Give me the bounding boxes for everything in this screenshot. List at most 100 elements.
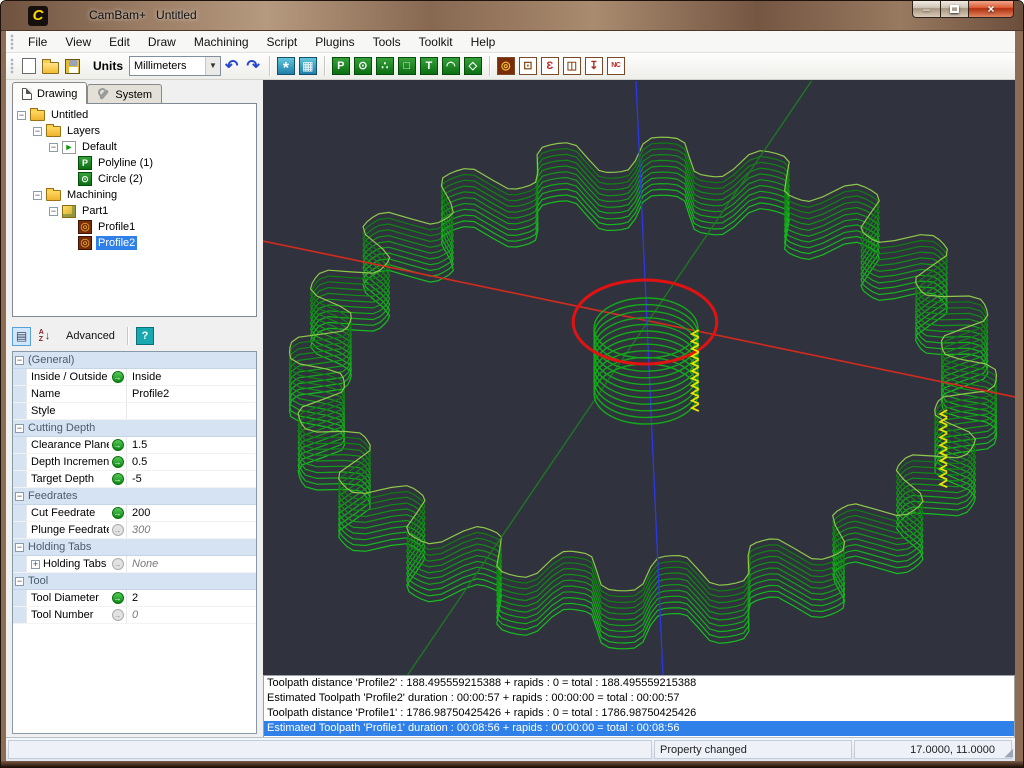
help-icon[interactable]: ? [135, 327, 154, 345]
arc-icon[interactable]: ◠ [441, 57, 460, 75]
save-file-icon[interactable] [65, 58, 80, 74]
menu-help[interactable]: Help [462, 32, 505, 52]
property-row[interactable]: Tool Number → 0 [13, 607, 256, 624]
tree-item[interactable]: − Machining [13, 187, 256, 203]
property-value[interactable]: 300 [126, 522, 256, 538]
property-value[interactable]: 0 [126, 607, 256, 623]
property-category[interactable]: − Cutting Depth [13, 420, 256, 437]
log-line[interactable]: Toolpath distance 'Profile2' : 188.49555… [264, 676, 1014, 691]
open-file-icon[interactable] [42, 58, 59, 74]
category-expander[interactable]: − [15, 355, 24, 365]
property-value[interactable]: -5 [126, 471, 256, 487]
tree-expander[interactable]: − [49, 206, 58, 216]
property-value[interactable]: None [126, 556, 256, 572]
tree-item[interactable]: − Untitled [13, 107, 256, 123]
menu-view[interactable]: View [56, 32, 100, 52]
az-sort-icon[interactable]: A Z ↓ [35, 327, 54, 346]
tree-item[interactable]: ◎ Profile2 [13, 235, 256, 251]
property-category[interactable]: − Feedrates [13, 488, 256, 505]
property-row[interactable]: Cut Feedrate → 200 [13, 505, 256, 522]
combo-dropdown-icon[interactable]: ▼ [205, 57, 220, 75]
drill-op-icon[interactable]: ◫ [562, 57, 581, 75]
tree-item[interactable]: − Part1 [13, 203, 256, 219]
pocket-op-icon[interactable]: ⊡ [518, 57, 537, 75]
property-row[interactable]: Depth Increment → 0.5 [13, 454, 256, 471]
maximize-button[interactable] [941, 1, 968, 18]
tree-item-label[interactable]: Layers [65, 124, 102, 138]
tree-expander[interactable]: − [17, 110, 26, 120]
tree-item[interactable]: − Layers [13, 123, 256, 139]
category-expander[interactable]: − [15, 423, 24, 433]
tree-item[interactable]: P Polyline (1) [13, 155, 256, 171]
surface-icon[interactable]: ◇ [463, 57, 482, 75]
menu-draw[interactable]: Draw [139, 32, 185, 52]
property-row[interactable]: Name Profile2 [13, 386, 256, 403]
menu-grip[interactable] [10, 33, 14, 50]
new-file-icon[interactable] [22, 58, 36, 74]
property-expander[interactable]: + [31, 559, 40, 569]
viewport-3d[interactable] [263, 80, 1015, 675]
nc-file-icon[interactable]: NC [606, 57, 625, 75]
tree-item[interactable]: ⊙ Circle (2) [13, 171, 256, 187]
tree-expander[interactable]: − [33, 190, 42, 200]
tree-item-label[interactable]: Part1 [80, 204, 110, 218]
property-row[interactable]: Style [13, 403, 256, 420]
circle-icon[interactable]: ⊙ [353, 57, 372, 75]
menu-toolkit[interactable]: Toolkit [410, 32, 462, 52]
tree-item[interactable]: ◎ Profile1 [13, 219, 256, 235]
close-button[interactable]: × [968, 1, 1014, 18]
property-row[interactable]: Target Depth → -5 [13, 471, 256, 488]
tree-expander[interactable]: − [33, 126, 42, 136]
tree-expander[interactable]: − [49, 142, 58, 152]
snap-points-icon[interactable]: * [276, 57, 295, 77]
category-expander[interactable]: − [15, 491, 24, 501]
tree-item-label[interactable]: Untitled [49, 108, 90, 122]
tab-system[interactable]: System [87, 84, 163, 104]
tree-item-label[interactable]: Profile1 [96, 220, 137, 234]
property-row[interactable]: Tool Diameter → 2 [13, 590, 256, 607]
mill-bit-icon[interactable]: ↧ [584, 57, 603, 75]
resize-grip[interactable]: ◢ [1005, 746, 1013, 759]
log-line[interactable]: Estimated Toolpath 'Profile2' duration :… [264, 691, 1014, 706]
property-value[interactable]: 200 [126, 505, 256, 521]
profile-op-icon[interactable]: ◎ [496, 57, 515, 75]
property-value[interactable]: 0.5 [126, 454, 256, 470]
polyline-icon[interactable]: P [331, 57, 350, 75]
tree-item[interactable]: − ► Default [13, 139, 256, 155]
points-icon[interactable]: ∴ [375, 57, 394, 75]
tree-item-label[interactable]: Machining [65, 188, 119, 202]
property-category[interactable]: − (General) [13, 352, 256, 369]
minimize-button[interactable]: – [912, 1, 941, 18]
title-bar[interactable]: C CamBam+ Untitled – × [1, 1, 1023, 31]
property-row[interactable]: Inside / Outside → Inside [13, 369, 256, 386]
property-category[interactable]: − Holding Tabs [13, 539, 256, 556]
units-combobox[interactable]: Millimeters ▼ [129, 56, 221, 76]
menu-file[interactable]: File [19, 32, 56, 52]
tree-item-label[interactable]: Profile2 [96, 236, 138, 250]
menu-edit[interactable]: Edit [100, 32, 139, 52]
menu-machining[interactable]: Machining [185, 32, 258, 52]
redo-icon[interactable]: ↷ [242, 56, 263, 76]
property-value[interactable] [126, 403, 256, 419]
category-expander[interactable]: − [15, 542, 24, 552]
grid-icon[interactable]: ▦ [298, 57, 317, 75]
menu-script[interactable]: Script [258, 32, 307, 52]
property-row[interactable]: Clearance Plane → 1.5 [13, 437, 256, 454]
menu-tools[interactable]: Tools [364, 32, 410, 52]
tab-drawing[interactable]: Drawing [12, 82, 88, 104]
property-value[interactable]: 2 [126, 590, 256, 606]
engrave-op-icon[interactable]: Ɛ [540, 57, 559, 75]
log-line[interactable]: Estimated Toolpath 'Profile1' duration :… [264, 721, 1014, 736]
categorized-view-icon[interactable]: ▤ [12, 326, 31, 346]
tree-item-label[interactable]: Polyline (1) [96, 156, 155, 170]
property-row[interactable]: Plunge Feedrate → 300 [13, 522, 256, 539]
property-value[interactable]: Profile2 [126, 386, 256, 402]
advanced-button[interactable]: Advanced [58, 330, 123, 342]
log-line[interactable]: Toolpath distance 'Profile1' : 1786.9875… [264, 706, 1014, 721]
tree-item-label[interactable]: Default [80, 140, 119, 154]
tree-item-label[interactable]: Circle (2) [96, 172, 145, 186]
property-value[interactable]: 1.5 [126, 437, 256, 453]
rectangle-icon[interactable]: □ [397, 57, 416, 75]
property-value[interactable]: Inside [126, 369, 256, 385]
menu-plugins[interactable]: Plugins [306, 32, 363, 52]
